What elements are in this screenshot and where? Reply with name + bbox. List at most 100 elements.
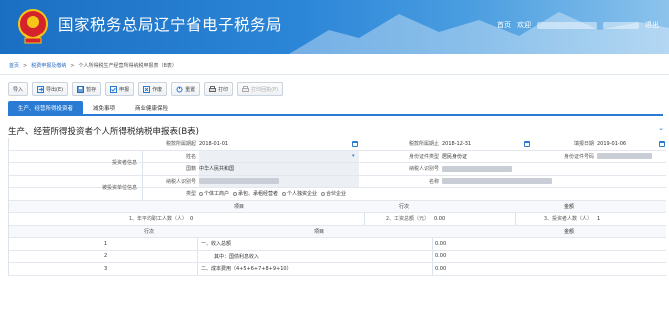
calendar-icon[interactable] [659,141,665,147]
name-label: 姓名 [185,153,196,160]
calendar-icon[interactable] [524,141,530,147]
id-number-label: 身份证件号码 [563,153,594,160]
line-item: 其中：国债利息收入 [214,253,260,260]
radio-sole-proprietorship[interactable]: 个人独资企业 [282,190,317,197]
section-header-row: 项目 行次 金额 [9,200,666,213]
clear-label: 作废 [152,86,163,93]
line-amount[interactable]: 0.00 [435,238,535,250]
grid-line [432,250,433,262]
line-no: 3 [104,265,108,272]
username-redacted [537,21,597,29]
line-no: 1 [104,240,108,247]
reset-label: 重置 [185,86,196,93]
type-label: 类型 [185,191,196,198]
tab-health-insurance[interactable]: 商业健康保险 [125,101,178,114]
row-header: 行次 [398,203,409,210]
save-draft-button[interactable]: 暂存 [72,82,102,96]
print-receipt-button[interactable]: 打印回执(P) [237,82,284,96]
unit-taxpayer-id-label: 纳税人识别号 [165,178,196,185]
form-title: 生产、经营所得投资者个人所得税纳税申报表(B表) [8,127,199,137]
export-label: 导出(E) [46,86,64,93]
printer-icon [209,85,217,92]
clear-button[interactable]: 作废 [138,82,168,96]
radio-individual-business[interactable]: 个体工商户 [199,190,229,197]
grid-line [197,250,198,262]
calendar-icon[interactable] [352,141,358,147]
dropdown-arrow-icon[interactable]: ▾ [352,151,355,163]
breadcrumb-current: 个人所得税生产经营所得纳税申报表（B表） [78,63,177,69]
type-radio-group: 个体工商户 承包、承租经营者 个人独资企业 合伙企业 [199,188,499,200]
import-label: 导入 [13,86,24,93]
period-start-label: 税款所属期起 [165,141,196,148]
grid-line [432,238,433,250]
grid-line [142,188,143,200]
grid-line [432,263,433,275]
unit-name-field[interactable] [442,176,562,188]
print-receipt-label: 打印回执(P) [251,86,279,93]
amount-header: 金额 [563,203,574,210]
import-button[interactable]: 导入 [8,82,29,96]
fill-date-field[interactable]: 2019-01-06 [597,138,657,150]
breadcrumb-separator: > [23,62,28,69]
tab-bar: 生产、经营所得投资者 减免事项 商业健康保险 [8,101,663,116]
name-field[interactable] [199,150,359,162]
taxpayer-id-label: 纳税人识别号 [408,166,439,173]
divider [0,74,669,75]
unit-taxpayer-id-field[interactable] [199,175,359,187]
avg-employees-label: 1、年平均职工人数（人） [128,216,187,223]
breadcrumb: 首页 > 税费申报及缴纳 > 个人所得税生产经营所得纳税申报表（B表） [9,62,177,70]
unit-info-label: 被投资单位信息 [101,185,137,192]
breadcrumb-home[interactable]: 首页 [9,62,19,69]
nationality-field[interactable]: 中华人民共和国 [199,163,359,175]
radio-label: 合伙企业 [326,191,347,198]
clear-icon [143,85,151,93]
summary-row: 1、年平均职工人数（人） 0 2、工资总额（元） 0.00 3、投资者人数（人）… [9,213,666,226]
home-link[interactable]: 首页 [497,20,511,30]
period-start-field[interactable]: 2018-01-01 [199,138,349,150]
tab-tax-reduction[interactable]: 减免事项 [83,101,125,114]
taxpayer-id-field[interactable] [442,163,532,175]
breadcrumb-tax-filing[interactable]: 税费申报及缴纳 [31,62,66,69]
id-type-field[interactable]: 居民身份证 [442,151,532,163]
grid-line [197,263,198,275]
grid-line [515,213,516,225]
grid-line [142,175,143,187]
declare-label: 申报 [119,86,130,93]
tab-investor[interactable]: 生产、经营所得投资者 [8,101,84,114]
org-redacted [603,21,639,29]
lines-header-row: 行次 项目 金额 [9,225,666,238]
total-wages-field[interactable]: 0.00 [434,213,494,225]
print-button[interactable]: 打印 [204,82,234,96]
declare-button[interactable]: 申报 [105,82,135,96]
grid-line [142,150,143,162]
export-button[interactable]: 导出(E) [32,82,69,96]
site-header: 国家税务总局辽宁省电子税务局 首页 欢迎 退出 [0,0,669,54]
radio-label: 个人独资企业 [287,191,318,198]
line-amount[interactable]: 0.00 [435,263,535,275]
avg-employees-field[interactable]: 0 [190,213,250,225]
radio-contractor[interactable]: 承包、承租经营者 [233,190,278,197]
line-row: 1 一、收入总额 0.00 [9,238,666,251]
radio-label: 承包、承租经营者 [238,191,279,198]
investor-count-field[interactable]: 1 [597,213,637,225]
site-title: 国家税务总局辽宁省电子税务局 [58,17,283,34]
radio-label: 个体工商户 [204,191,230,198]
line-amount-header: 金额 [563,228,574,235]
declare-icon [110,85,118,93]
exit-link[interactable]: 退出 [645,20,659,30]
grid-line [364,213,365,225]
period-end-field[interactable]: 2018-12-31 [442,138,532,150]
line-amount[interactable]: 0.00 [435,251,535,263]
toolbar: 导入 导出(E) 暂存 申报 作废 重置 打印 打印回执(P) [8,82,284,96]
id-number-field[interactable] [597,151,667,163]
reset-button[interactable]: 重置 [171,82,201,96]
unit-name-label: 名称 [428,178,439,185]
tax-emblem-icon [18,9,48,44]
grid-line [197,238,198,250]
export-icon [37,85,45,93]
radio-partnership[interactable]: 合伙企业 [321,190,346,197]
collapse-chevron-icon[interactable]: ⌄ [658,124,664,132]
line-no: 2 [104,253,108,260]
investor-info-label: 投资者信息 [111,160,137,167]
printer-icon [242,85,250,92]
